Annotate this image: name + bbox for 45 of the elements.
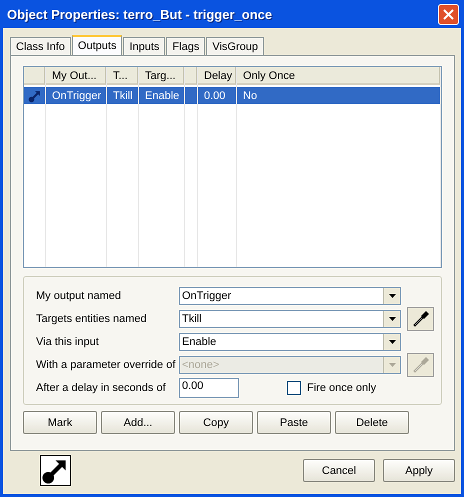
tab[interactable]: Flags [166,37,206,55]
action-button[interactable]: Add... [101,411,175,434]
field-label: Via this input [36,336,100,348]
connection-icon [28,88,42,102]
table-cell: 0.00 [198,87,236,104]
combo-box[interactable]: OnTrigger [179,287,401,305]
field-label: With a parameter override of [36,359,176,371]
eyedropper-icon [412,310,430,328]
close-icon [443,8,454,20]
column-header[interactable]: Delay [198,67,236,85]
table-cell: No [237,87,440,104]
close-button[interactable] [438,4,459,24]
field-label: My output named [36,290,122,302]
eyedropper-button[interactable] [407,307,434,331]
checkbox-label: Fire once only [307,382,376,394]
tab[interactable]: VisGroup [206,37,264,55]
column-header[interactable]: My Out... [46,67,106,85]
checkbox[interactable] [287,381,301,395]
caret-icon [388,294,396,298]
eyedropper-icon [412,356,430,374]
tab[interactable]: Inputs [123,37,166,55]
column-header[interactable]: Only Once [237,67,440,85]
column-header[interactable]: Targ... [139,67,184,85]
field-label: Targets entities named [36,313,148,325]
tab[interactable]: Class Info [10,37,71,55]
action-button[interactable]: Copy [179,411,253,434]
field-label: After a delay in seconds of [36,382,167,394]
dialog-button[interactable]: Apply [383,459,455,482]
action-button[interactable]: Paste [257,411,331,434]
action-button[interactable]: Delete [335,411,409,434]
table-cell: OnTrigger [46,87,106,104]
table-cell: Tkill [107,87,138,104]
dialog-button[interactable]: Cancel [303,459,375,482]
caret-icon [388,340,396,344]
caret-icon [388,317,396,321]
table-cell [185,87,197,104]
combo-box[interactable]: Enable [179,333,401,351]
combo-box[interactable]: Tkill [179,310,401,328]
tab[interactable]: Outputs [72,35,122,55]
window-title: Object Properties: terro_But - trigger_once [7,6,272,22]
table-cell: Enable [139,87,184,104]
action-button[interactable]: Mark [23,411,97,434]
caret-icon [388,363,396,367]
input-field[interactable]: 0.00 [179,378,239,398]
column-header[interactable]: T... [107,67,138,85]
